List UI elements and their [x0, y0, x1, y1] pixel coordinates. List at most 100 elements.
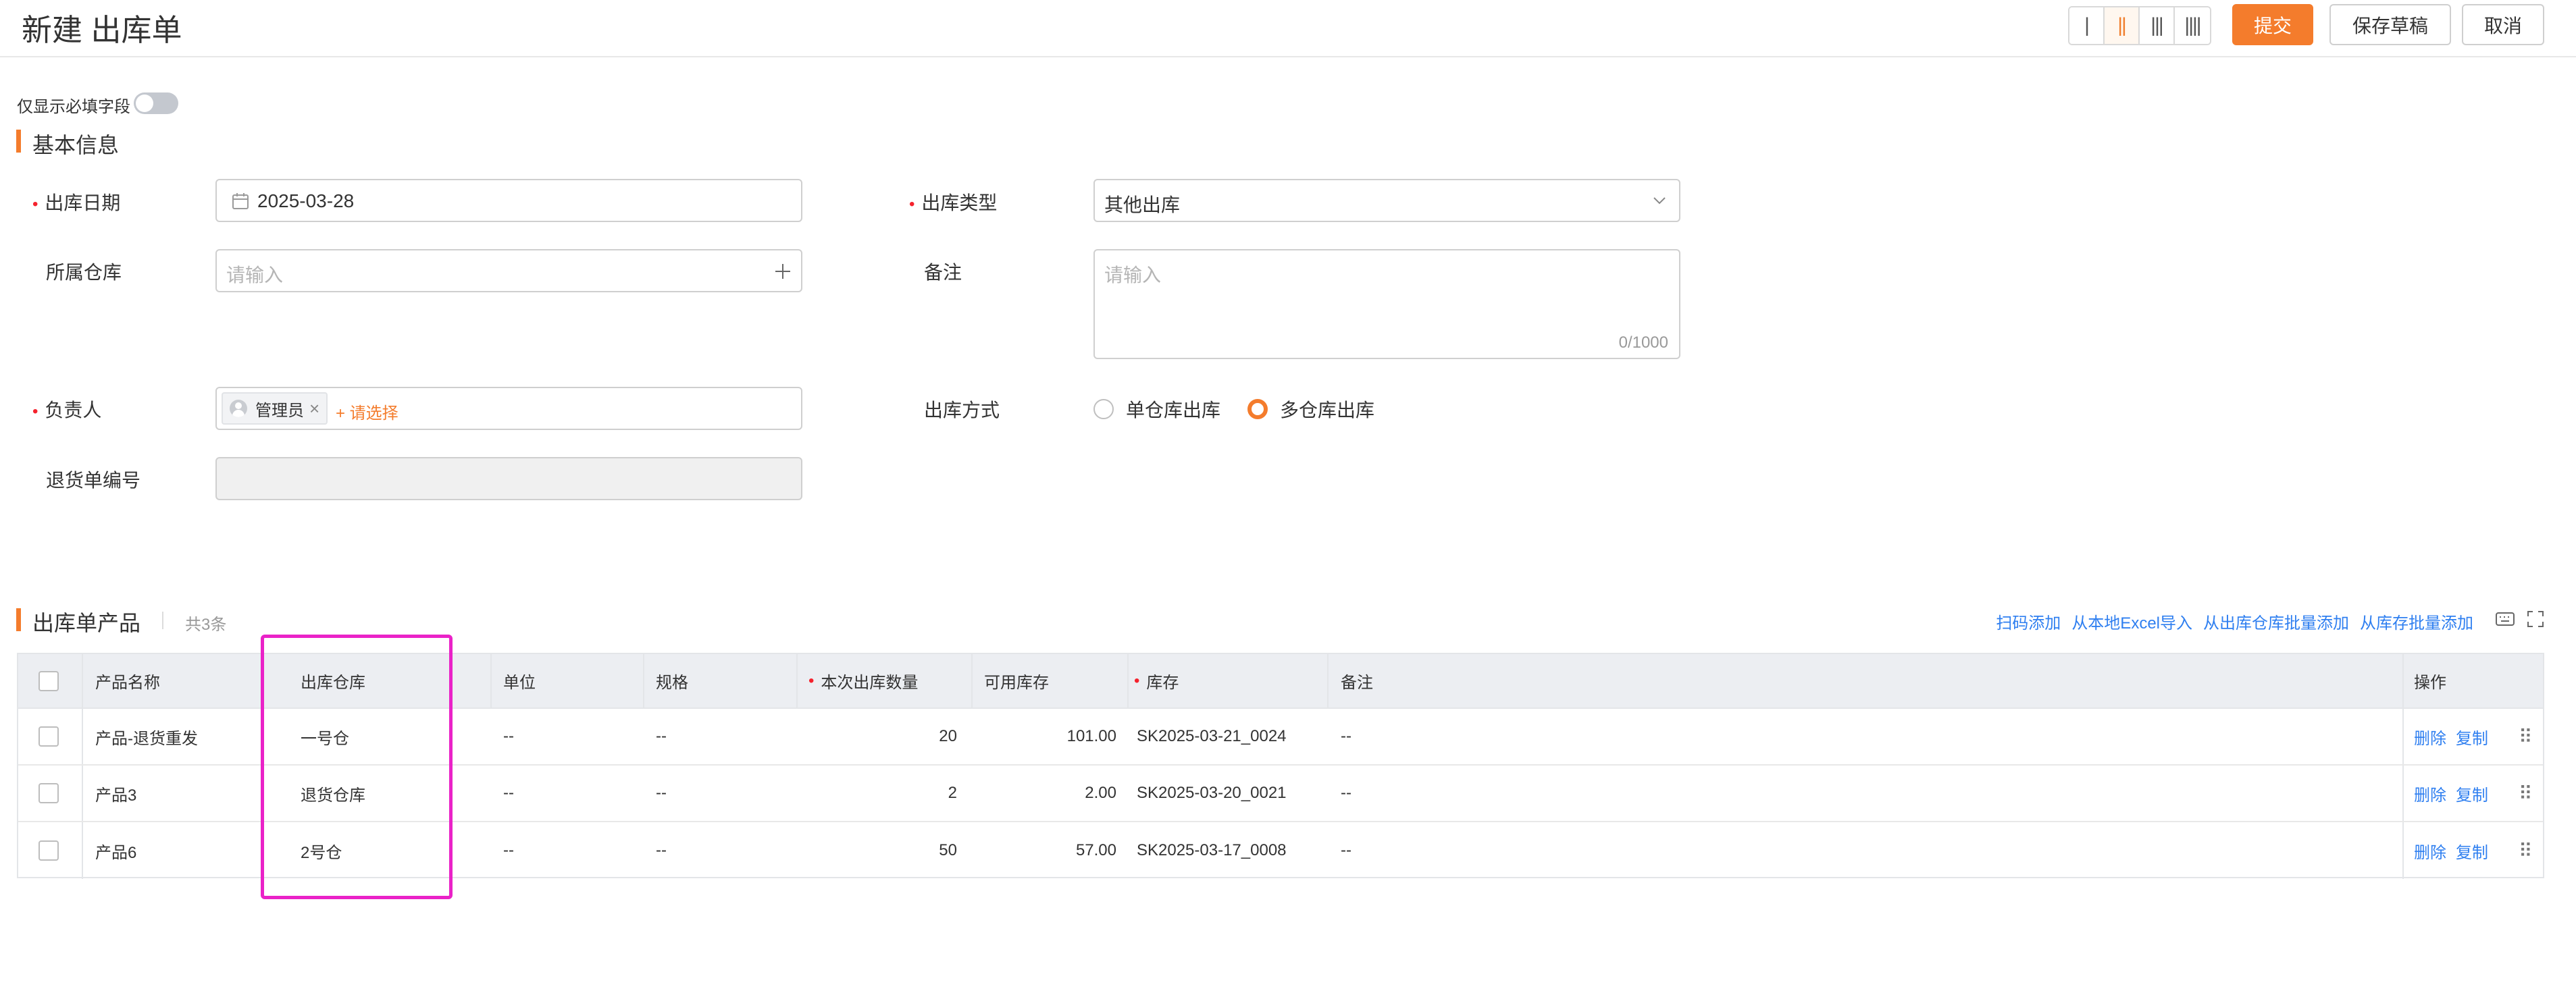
cell-name: 产品-退货重发: [95, 729, 198, 748]
cell-qty[interactable]: 2: [808, 766, 957, 821]
products-count: 共3条: [185, 616, 227, 634]
chevron-down-icon: [1653, 197, 1666, 205]
column-divider: [1327, 654, 1329, 707]
column-divider: [82, 822, 83, 879]
owner-tag-label: 管理员: [255, 401, 304, 420]
warehouse-input[interactable]: 请输入: [215, 249, 802, 292]
save-draft-button[interactable]: 保存草稿: [2329, 4, 2451, 45]
header-available: 可用库存: [984, 674, 1049, 692]
return-no-label: 退货单编号: [46, 470, 141, 491]
cell-stock[interactable]: SK2025-03-20_0021: [1137, 766, 1287, 821]
scan-add-link[interactable]: 扫码添加: [1996, 610, 2061, 633]
required-star: •: [808, 671, 815, 690]
keyboard-icon[interactable]: [2495, 610, 2515, 628]
out-date-input[interactable]: 2025-03-28: [215, 179, 802, 222]
column-divider: [971, 654, 973, 707]
submit-button[interactable]: 提交: [2232, 4, 2313, 45]
radio-multi-label[interactable]: 多仓库出库: [1280, 396, 1374, 423]
batch-from-warehouse-link[interactable]: 从出库仓库批量添加: [2203, 610, 2349, 633]
page-title: 新建 出库单: [22, 13, 182, 47]
cell-remark[interactable]: --: [1341, 709, 1351, 764]
layout-switcher: | || ||| ||||: [2068, 6, 2211, 45]
cell-qty[interactable]: 50: [808, 822, 957, 879]
product-add-actions: 扫码添加 从本地Excel导入 从出库仓库批量添加 从库存批量添加: [1996, 610, 2473, 633]
layout-3-col-button[interactable]: |||: [2140, 7, 2175, 44]
copy-row-link[interactable]: 复制: [2456, 782, 2488, 805]
plus-icon[interactable]: [774, 263, 792, 280]
out-date-value: 2025-03-28: [257, 190, 355, 211]
select-all-checkbox[interactable]: [38, 654, 59, 707]
header-remark: 备注: [1341, 674, 1373, 692]
batch-from-stock-link[interactable]: 从库存批量添加: [2360, 610, 2473, 633]
avatar: [230, 400, 247, 417]
excel-import-link[interactable]: 从本地Excel导入: [2071, 610, 2192, 633]
required-only-toggle[interactable]: [134, 92, 178, 114]
warehouse-column-highlight: [261, 635, 453, 899]
delete-row-link[interactable]: 删除: [2414, 782, 2446, 805]
drag-handle-icon[interactable]: ⠿: [2519, 822, 2533, 879]
cell-available: 57.00: [1075, 841, 1116, 859]
cell-unit: --: [503, 727, 514, 745]
layout-2-col-button[interactable]: ||: [2105, 7, 2140, 44]
section-title-products: 出库单产品: [32, 611, 141, 635]
required-star: •: [32, 195, 38, 213]
cell-spec: --: [656, 841, 667, 859]
cell-unit: --: [503, 784, 514, 802]
calendar-icon: [232, 193, 249, 209]
cell-stock[interactable]: SK2025-03-21_0024: [1137, 709, 1287, 764]
select-owner-link[interactable]: + 请选择: [336, 400, 398, 423]
toggle-knob: [136, 95, 153, 112]
column-divider: [82, 709, 83, 764]
fullscreen-icon[interactable]: [2526, 610, 2545, 628]
required-star: •: [1134, 671, 1140, 690]
radio-single-label[interactable]: 单仓库出库: [1126, 396, 1220, 423]
section-accent-bar: [16, 130, 21, 153]
drag-handle-icon[interactable]: ⠿: [2519, 766, 2533, 821]
owner-picker[interactable]: 管理员 × + 请选择: [215, 387, 802, 430]
return-no-input: [215, 457, 802, 500]
row-actions: 删除 复制: [2414, 709, 2488, 764]
row-checkbox[interactable]: [38, 766, 59, 821]
owner-label: • 负责人: [32, 396, 101, 423]
delete-row-link[interactable]: 删除: [2414, 725, 2446, 749]
row-checkbox[interactable]: [38, 822, 59, 879]
copy-row-link[interactable]: 复制: [2456, 839, 2488, 863]
owner-label-text: 负责人: [45, 400, 102, 421]
cell-available: 101.00: [1066, 727, 1116, 745]
warehouse-label: 所属仓库: [46, 262, 122, 283]
cell-name: 产品6: [95, 843, 137, 862]
row-checkbox[interactable]: [38, 709, 59, 764]
cell-qty[interactable]: 20: [808, 709, 957, 764]
copy-row-link[interactable]: 复制: [2456, 725, 2488, 749]
cell-available: 2.00: [1085, 784, 1116, 802]
cell-stock[interactable]: SK2025-03-17_0008: [1137, 822, 1287, 879]
header-qty: • 本次出库数量: [808, 654, 918, 707]
radio-single-warehouse[interactable]: [1093, 399, 1114, 419]
column-divider: [1127, 654, 1129, 707]
remark-textarea[interactable]: 请输入 0/1000: [1093, 249, 1680, 359]
header-unit: 单位: [503, 674, 536, 692]
out-type-label-text: 出库类型: [921, 192, 998, 213]
required-star: •: [32, 402, 38, 421]
radio-multi-warehouse[interactable]: [1247, 399, 1268, 419]
cell-remark[interactable]: --: [1341, 766, 1351, 821]
required-only-label: 仅显示必填字段: [17, 98, 130, 116]
close-icon[interactable]: ×: [309, 398, 319, 419]
header-qty-text: 本次出库数量: [821, 674, 919, 692]
column-divider: [2402, 822, 2404, 879]
out-date-label: • 出库日期: [32, 188, 120, 215]
out-type-value: 其他出库: [1104, 194, 1181, 215]
cancel-button[interactable]: 取消: [2462, 4, 2544, 45]
section-accent-bar: [16, 608, 21, 631]
delete-row-link[interactable]: 删除: [2414, 839, 2446, 863]
column-divider: [2402, 654, 2404, 707]
out-type-select[interactable]: 其他出库: [1093, 179, 1680, 222]
header-stock: • 库存: [1134, 654, 1179, 707]
cell-remark[interactable]: --: [1341, 822, 1351, 879]
drag-handle-icon[interactable]: ⠿: [2519, 709, 2533, 764]
out-mode-label: 出库方式: [924, 400, 1000, 421]
warehouse-placeholder: 请输入: [226, 265, 284, 286]
layout-4-col-button[interactable]: ||||: [2175, 7, 2210, 44]
layout-1-col-button[interactable]: |: [2069, 7, 2105, 44]
page-header: 新建 出库单 | || ||| |||| 提交 保存草稿 取消: [0, 0, 2576, 57]
